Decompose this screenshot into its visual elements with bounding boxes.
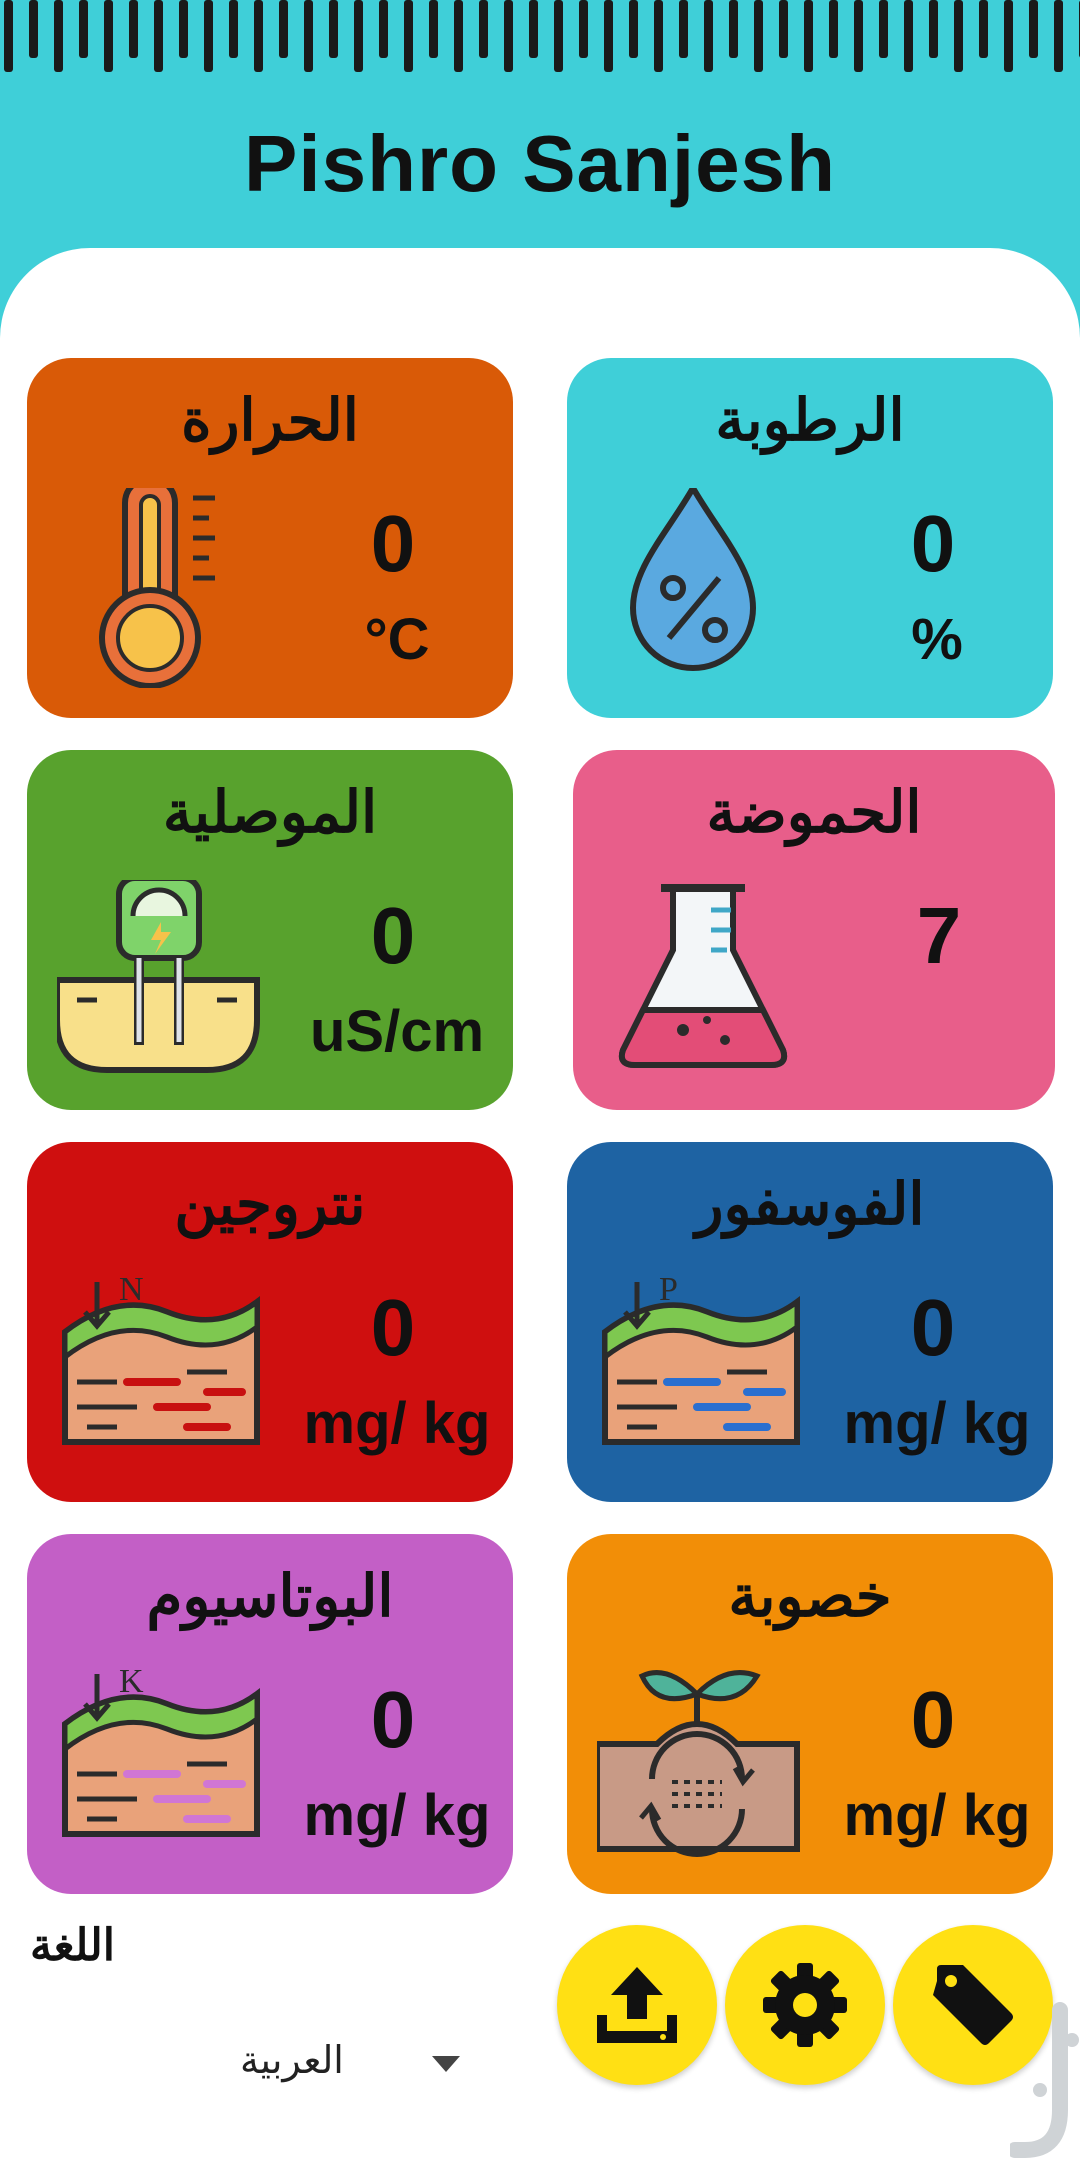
ruler-tick xyxy=(729,0,738,58)
ruler-tick xyxy=(454,0,463,72)
ruler-tick xyxy=(1054,0,1063,72)
soil-phosphorus-icon: P xyxy=(602,1272,800,1445)
language-select[interactable]: العربية xyxy=(220,2030,480,2100)
ruler-tick xyxy=(254,0,263,72)
humidity-unit: % xyxy=(911,607,963,672)
ruler-tick xyxy=(329,0,338,58)
conductivity-value: 0 xyxy=(370,891,416,980)
ruler-tick xyxy=(679,0,688,58)
phosphorus-card[interactable]: الفوسفور P 0 mg/ kg xyxy=(567,1142,1053,1502)
ruler-tick xyxy=(429,0,438,58)
ruler-tick xyxy=(54,0,63,72)
conductivity-card[interactable]: الموصلية 0 uS/cm xyxy=(27,750,513,1110)
conductivity-unit: uS/cm xyxy=(309,999,485,1064)
fertility-card[interactable]: خصوبة 0 mg/ kg xyxy=(567,1534,1053,1894)
ruler-tick xyxy=(104,0,113,72)
ruler-tick xyxy=(804,0,813,72)
conductivity-label: الموصلية xyxy=(162,778,378,846)
potassium-label: البوتاسيوم xyxy=(146,1562,394,1630)
potassium-value: 0 xyxy=(370,1675,416,1764)
nitrogen-unit: mg/ kg xyxy=(303,1391,491,1456)
settings-button[interactable] xyxy=(725,1925,885,2085)
fertility-unit: mg/ kg xyxy=(843,1783,1031,1848)
ruler-tick xyxy=(604,0,613,72)
nitrogen-icon-letter: N xyxy=(119,1272,144,1308)
acidity-label: الحموضة xyxy=(706,778,922,846)
temperature-value: 0 xyxy=(370,499,416,588)
water-drop-icon xyxy=(629,488,757,671)
upload-button[interactable] xyxy=(557,1925,717,2085)
ruler-tick xyxy=(654,0,663,72)
soil-fertility-icon xyxy=(597,1670,800,1857)
flask-icon xyxy=(618,884,788,1068)
ruler-tick xyxy=(779,0,788,58)
upload-icon xyxy=(597,1967,677,2043)
ruler-tick xyxy=(879,0,888,58)
ruler-tick xyxy=(379,0,388,58)
ruler-tick xyxy=(354,0,363,72)
ruler-tick xyxy=(1029,0,1038,58)
fertility-value: 0 xyxy=(910,1675,956,1764)
ruler-tick xyxy=(404,0,413,72)
ruler-tick xyxy=(229,0,238,58)
ruler-tick xyxy=(629,0,638,58)
ruler-tick xyxy=(4,0,13,72)
temperature-card[interactable]: الحرارة 0 °C xyxy=(27,358,513,718)
ruler-tick xyxy=(154,0,163,72)
ruler-tick xyxy=(1004,0,1013,72)
ruler-tick xyxy=(929,0,938,58)
ruler-tick xyxy=(504,0,513,72)
temperature-label: الحرارة xyxy=(181,386,359,454)
acidity-card[interactable]: الحموضة 7 xyxy=(573,750,1055,1110)
ec-probe-icon xyxy=(57,880,260,1073)
nitrogen-card[interactable]: نتروجين N 0 mg/ kg xyxy=(27,1142,513,1502)
ruler-tick xyxy=(554,0,563,72)
ruler-tick xyxy=(754,0,763,72)
ruler-tick xyxy=(529,0,538,58)
humidity-card[interactable]: الرطوبة 0 % xyxy=(567,358,1053,718)
language-label: اللغة xyxy=(30,1920,116,1971)
humidity-value: 0 xyxy=(910,499,956,588)
ruler-tick xyxy=(829,0,838,58)
ruler-tick xyxy=(979,0,988,58)
ruler-tick xyxy=(179,0,188,58)
phosphorus-unit: mg/ kg xyxy=(843,1391,1031,1456)
tag-icon xyxy=(933,1965,1013,2045)
thermometer-icon xyxy=(99,488,215,688)
phosphorus-value: 0 xyxy=(910,1283,956,1372)
potassium-unit: mg/ kg xyxy=(303,1783,491,1848)
ruler-tick xyxy=(904,0,913,72)
potassium-icon-letter: K xyxy=(119,1664,144,1700)
ruler-tick xyxy=(79,0,88,58)
soil-potassium-icon: K xyxy=(62,1664,260,1837)
ruler-tick xyxy=(279,0,288,58)
ruler-tick xyxy=(479,0,488,58)
ruler-tick xyxy=(129,0,138,58)
ruler-tick xyxy=(204,0,213,72)
temperature-unit: °C xyxy=(364,607,430,672)
humidity-label: الرطوبة xyxy=(715,386,905,454)
soil-nitrogen-icon: N xyxy=(62,1272,260,1445)
fertility-label: خصوبة xyxy=(728,1562,892,1630)
language-selected-value: العربية xyxy=(240,2038,344,2082)
phosphorus-label: الفوسفور xyxy=(695,1170,925,1238)
app-title: Pishro Sanjesh xyxy=(244,119,836,208)
phosphorus-icon-letter: P xyxy=(659,1272,678,1308)
potassium-card[interactable]: البوتاسيوم K 0 mg/ kg xyxy=(27,1534,513,1894)
ruler-decoration xyxy=(4,0,1080,72)
nitrogen-label: نتروجين xyxy=(174,1170,366,1238)
chevron-down-icon xyxy=(432,2056,460,2072)
acidity-value: 7 xyxy=(916,891,962,980)
ruler-tick xyxy=(304,0,313,72)
ruler-tick xyxy=(29,0,38,58)
bazaar-logo-icon xyxy=(1010,2002,1079,2158)
nitrogen-value: 0 xyxy=(370,1283,416,1372)
ruler-tick xyxy=(579,0,588,58)
ruler-tick xyxy=(704,0,713,72)
ruler-tick xyxy=(954,0,963,72)
ruler-tick xyxy=(854,0,863,72)
gear-icon xyxy=(763,1963,847,2047)
